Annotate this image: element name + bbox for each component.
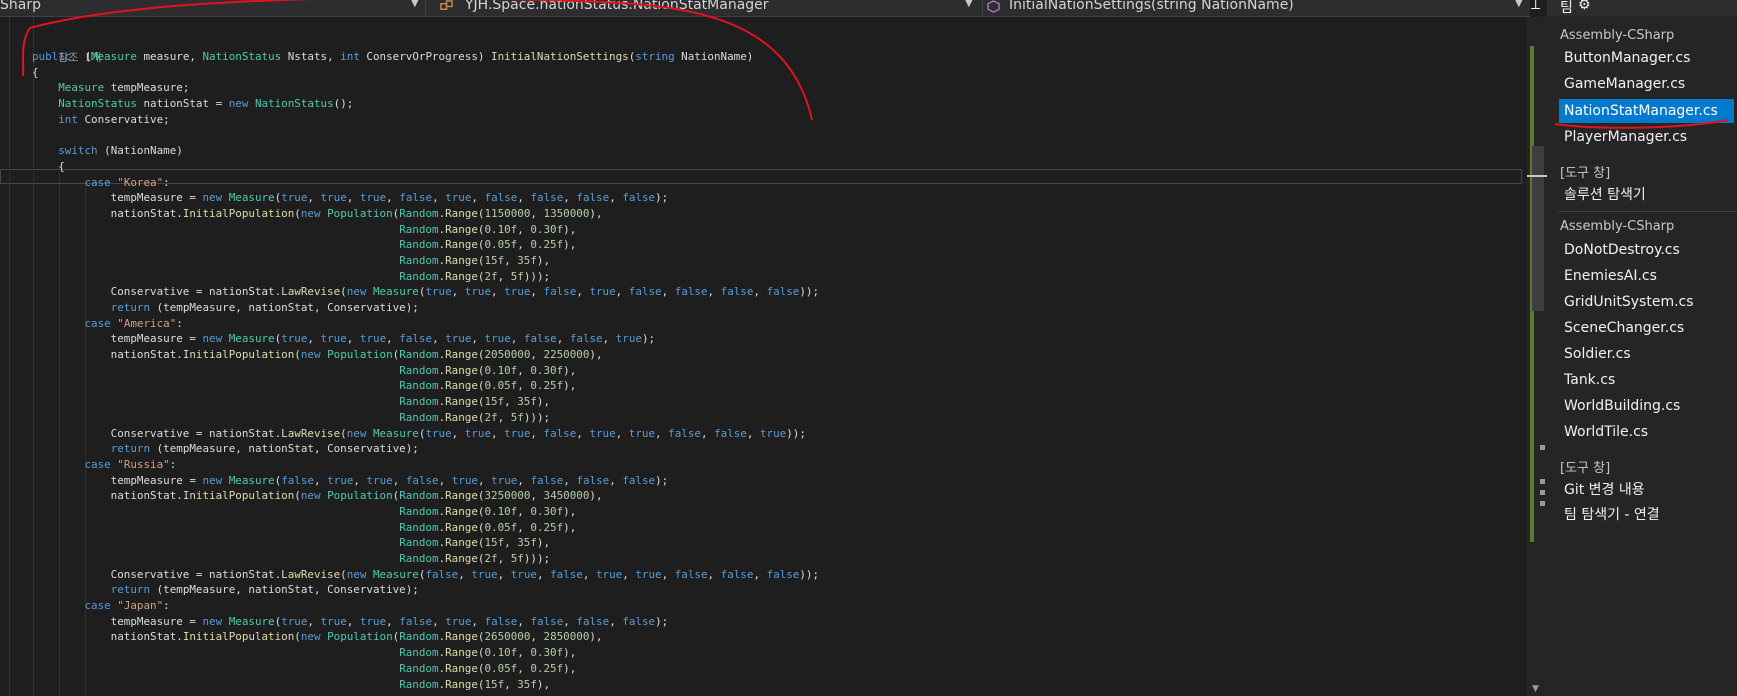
file-item[interactable]: Soldier.cs xyxy=(1564,346,1631,362)
project-dropdown[interactable]: Sharp ▼ xyxy=(0,0,420,16)
file-item-selected[interactable]: NationStatManager.cs xyxy=(1559,99,1734,123)
code-line: nationStat.InitialPopulation(new Populat… xyxy=(32,630,603,644)
member-dropdown[interactable]: InitialNationSettings(string NationName)… xyxy=(987,0,1527,16)
file-item[interactable]: WorldBuilding.cs xyxy=(1564,398,1680,414)
pin-icon[interactable]: ⟂ xyxy=(1531,0,1540,13)
code-line: Random.Range(15f, 35f), xyxy=(399,395,551,409)
code-line: nationStat.InitialPopulation(new Populat… xyxy=(32,489,603,503)
nav-separator xyxy=(425,0,426,16)
file-item[interactable]: PlayerManager.cs xyxy=(1564,129,1687,145)
code-line: Random.Range(2f, 5f))); xyxy=(399,410,551,424)
scroll-marker xyxy=(1540,490,1545,495)
code-line: public (Measure measure, NationStatus Ns… xyxy=(32,50,754,63)
code-line: Random.Range(0.10f, 0.30f), xyxy=(399,222,577,236)
code-line: nationStat.InitialPopulation(new Populat… xyxy=(32,348,603,362)
class-icon xyxy=(440,0,453,14)
method-icon xyxy=(987,0,1000,14)
divider xyxy=(1559,211,1737,212)
member-signature: InitialNationSettings(string NationName) xyxy=(1009,0,1294,13)
code-line: Random.Range(15f, 35f), xyxy=(399,253,551,267)
scroll-marker xyxy=(1540,501,1545,506)
file-item[interactable]: WorldTile.cs xyxy=(1564,424,1648,440)
code-line: { xyxy=(32,159,65,173)
gear-icon[interactable]: ⚙ xyxy=(1578,0,1591,13)
type-dropdown[interactable]: YJH.Space.nationStatus.NationStatManager… xyxy=(440,0,977,16)
dropdown-arrow-icon: ▼ xyxy=(965,0,973,9)
assembly-header: Assembly-CSharp xyxy=(1560,28,1675,43)
scroll-thumb[interactable] xyxy=(1532,146,1544,311)
code-line: Random.Range(0.10f, 0.30f), xyxy=(399,646,577,660)
scroll-marker xyxy=(1540,445,1545,450)
tool-window-item[interactable]: 솔루션 탐색기 xyxy=(1564,184,1646,204)
code-line: tempMeasure = new Measure(false, true, t… xyxy=(32,473,669,487)
project-name: Sharp xyxy=(0,0,41,13)
file-item[interactable]: Tank.cs xyxy=(1564,372,1615,388)
code-line: Random.Range(0.05f, 0.25f), xyxy=(399,520,577,534)
panel-toolbar: ⟂ 팀 ⚙ xyxy=(1531,0,1737,17)
code-text: public (Measure measure, NationStatus Ns… xyxy=(32,49,819,692)
code-line: Random.Range(15f, 35f), xyxy=(399,677,551,691)
scroll-down-icon[interactable]: ▼ xyxy=(1532,684,1539,694)
tool-window-item[interactable]: Git 변경 내용 xyxy=(1564,479,1645,499)
code-line: Random.Range(0.10f, 0.30f), xyxy=(399,363,577,377)
file-item[interactable]: DoNotDestroy.cs xyxy=(1564,242,1680,258)
file-item[interactable]: GameManager.cs xyxy=(1564,76,1685,92)
code-line: Conservative = nationStat.LawRevise(new … xyxy=(32,426,806,440)
indent-guide xyxy=(9,17,10,696)
code-line: case "Japan": xyxy=(84,599,170,613)
type-path: YJH.Space.nationStatus.NationStatManager xyxy=(465,0,769,13)
code-line: return (tempMeasure, nationStat, Conserv… xyxy=(110,301,419,314)
dropdown-arrow-icon: ▼ xyxy=(1515,0,1523,9)
dropdown-arrow-icon: ▼ xyxy=(411,0,419,9)
caret-position-marker xyxy=(1527,175,1547,177)
code-line: tempMeasure = new Measure(true, true, tr… xyxy=(32,191,669,205)
file-item[interactable]: ButtonManager.cs xyxy=(1564,50,1690,66)
code-line: case "Russia": xyxy=(84,457,177,471)
tool-window-header: [도구 창] xyxy=(1560,461,1611,476)
code-line: return (tempMeasure, nationStat, Conserv… xyxy=(110,442,419,456)
code-line: Random.Range(0.05f, 0.25f), xyxy=(399,238,577,252)
code-line: NationStatus nationStat = new NationStat… xyxy=(58,97,354,111)
scroll-marker xyxy=(1540,479,1545,484)
code-line: tempMeasure = new Measure(true, true, tr… xyxy=(32,614,669,628)
editor-scrollbar[interactable]: ▼ xyxy=(1527,17,1547,696)
file-item[interactable]: GridUnitSystem.cs xyxy=(1564,294,1694,310)
team-label[interactable]: 팀 xyxy=(1560,0,1573,17)
file-item[interactable]: SceneChanger.cs xyxy=(1564,320,1684,336)
code-line: Random.Range(0.05f, 0.25f), xyxy=(399,379,577,393)
code-line: { xyxy=(32,65,39,79)
code-line: case "America": xyxy=(84,316,183,330)
code-line: Random.Range(0.10f, 0.30f), xyxy=(399,504,577,518)
code-line: Measure tempMeasure; xyxy=(58,81,190,95)
tool-window-header: [도구 창] xyxy=(1560,166,1611,181)
nav-separator xyxy=(982,0,983,16)
code-line: Conservative = nationStat.LawRevise(new … xyxy=(32,285,820,299)
tool-window-item[interactable]: 팀 탐색기 - 연결 xyxy=(1564,504,1660,524)
code-line: switch (NationName) xyxy=(58,144,183,158)
navigation-bar: Sharp ▼ YJH.Space.nationStatus.NationSta… xyxy=(0,0,1530,17)
code-line: case "Korea": xyxy=(84,175,170,189)
code-line: return (tempMeasure, nationStat, Conserv… xyxy=(110,583,419,597)
code-line: Random.Range(15f, 35f), xyxy=(399,536,551,550)
code-line: Random.Range(0.05f, 0.25f), xyxy=(399,661,577,675)
code-line: Random.Range(2f, 5f))); xyxy=(399,552,551,565)
code-line: tempMeasure = new Measure(true, true, tr… xyxy=(32,332,656,346)
code-line: int Conservative; xyxy=(58,112,170,126)
code-line: nationStat.InitialPopulation(new Populat… xyxy=(32,206,603,220)
code-editor[interactable]: 참조 1개 public (Measure measure, NationSta… xyxy=(0,17,1527,696)
file-item[interactable]: EnemiesAI.cs xyxy=(1564,268,1657,284)
solution-explorer-panel: ⟂ 팀 ⚙ Assembly-CSharp ButtonManager.cs G… xyxy=(1531,0,1737,696)
code-line: Random.Range(2f, 5f))); xyxy=(399,269,551,283)
code-line: Conservative = nationStat.LawRevise(new … xyxy=(32,567,820,581)
assembly-header: Assembly-CSharp xyxy=(1560,219,1675,234)
